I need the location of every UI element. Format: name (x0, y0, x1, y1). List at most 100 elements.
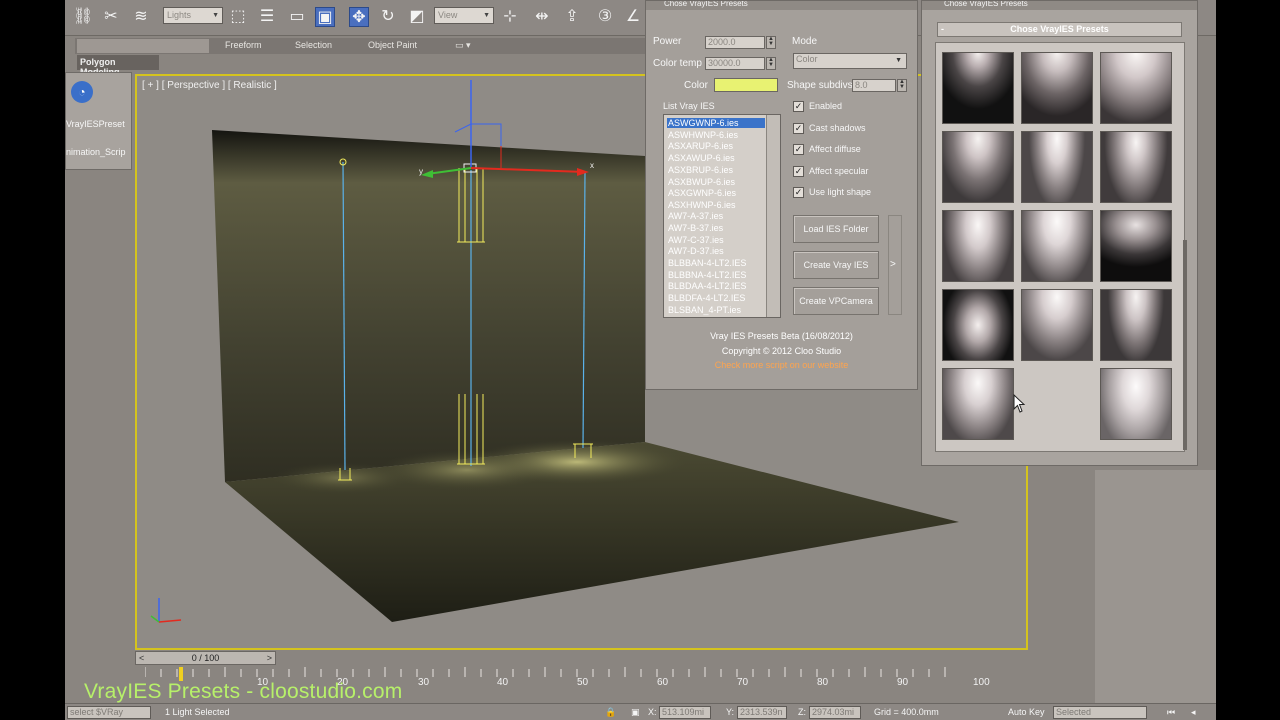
ies-preset-thumbnail[interactable] (942, 210, 1014, 282)
transform-mode-icon[interactable]: ▣ (631, 707, 640, 718)
list-item[interactable]: BLBBNA-4-LT2.IES (668, 270, 746, 280)
ies-preset-thumbnail[interactable] (1100, 368, 1172, 440)
create-vpcamera-button[interactable]: Create VPCamera (793, 287, 879, 315)
color-swatch[interactable] (714, 78, 778, 92)
launcher-item-vrayies[interactable]: VrayIESPreset (66, 119, 125, 129)
enabled-checkbox[interactable]: ✓ (793, 101, 804, 112)
cast-shadows-checkbox[interactable]: ✓ (793, 123, 804, 134)
ies-preset-thumbnail[interactable] (942, 52, 1014, 124)
list-item[interactable]: ASWHWNP-6.ies (668, 130, 738, 140)
list-item[interactable]: ASXHWNP-6.ies (668, 200, 736, 210)
time-next-button[interactable]: > (267, 652, 272, 664)
list-item[interactable]: ASXBRUP-6.ies (668, 165, 733, 175)
gizmo-plane-handle[interactable] (454, 123, 502, 146)
list-item[interactable]: AW7-A-37.ies (668, 211, 723, 221)
polygon-modeling-label[interactable]: Polygon Modeling (77, 55, 159, 77)
list-item[interactable]: BLBDAA-4-LT2.IES (668, 281, 746, 291)
move-icon[interactable]: ✥ (349, 7, 369, 27)
time-slider[interactable]: < 0 / 100 > (135, 651, 276, 665)
unlink-icon[interactable]: ✂ (101, 7, 121, 27)
list-item[interactable]: AW7-C-37.ies (668, 235, 724, 245)
presets-rollout-header[interactable]: - Chose VrayIES Presets (937, 22, 1182, 37)
ies-preset-thumbnail[interactable] (1100, 210, 1172, 282)
expand-button[interactable]: > (890, 259, 896, 270)
rect-region-icon[interactable]: ▭ (287, 7, 307, 27)
collapse-icon[interactable]: - (941, 23, 944, 36)
tab-modeling[interactable] (77, 39, 209, 53)
x-coord-field[interactable]: 513.109mi (659, 706, 711, 719)
ies-preset-thumbnail[interactable] (1100, 289, 1172, 361)
x-label: X: (648, 707, 657, 717)
mode-label: Mode (792, 36, 818, 47)
mirror-icon[interactable]: ⇹ (532, 7, 552, 27)
presets-scrollbar[interactable] (1183, 240, 1187, 450)
prev-frame-icon[interactable]: ◂ (1191, 707, 1196, 718)
launcher-item-animation[interactable]: nimation_Scrip (66, 147, 126, 157)
selection-filter-select[interactable]: Lights ▼ (163, 7, 223, 24)
create-vray-ies-button[interactable]: Create Vray IES (793, 251, 879, 279)
grid-size: Grid = 400.0mm (874, 707, 939, 717)
ies-preset-thumbnail[interactable] (1100, 52, 1172, 124)
ref-coord-select[interactable]: View ▼ (434, 7, 494, 24)
bind-space-warp-icon[interactable]: ≋ (131, 7, 151, 27)
align-icon[interactable]: ⇪ (562, 7, 582, 27)
load-ies-folder-button[interactable]: Load IES Folder (793, 215, 879, 243)
ies-preset-thumbnail[interactable] (1021, 131, 1093, 203)
use-light-shape-checkbox[interactable]: ✓ (793, 187, 804, 198)
power-field[interactable]: 2000.0 ▲ ▼ (705, 36, 776, 49)
ies-preset-thumbnail[interactable] (1100, 131, 1172, 203)
ies-list-scrollbar[interactable] (766, 115, 780, 317)
ies-preset-thumbnail[interactable] (942, 368, 1014, 440)
key-filter-select[interactable]: Selected (1053, 706, 1147, 719)
maxscript-listener[interactable]: select $VRay (67, 706, 151, 719)
affect-diffuse-checkbox[interactable]: ✓ (793, 144, 804, 155)
lock-icon[interactable]: 🔒 (605, 707, 616, 718)
website-link[interactable]: Check more script on our website (645, 360, 918, 370)
time-prev-button[interactable]: < (139, 652, 144, 664)
list-item[interactable]: BLSBAN_4-PT.ies (668, 305, 741, 315)
pivot-icon[interactable]: ⊹ (500, 7, 520, 27)
y-coord-field[interactable]: 2313.539n (737, 706, 787, 719)
z-coord-field[interactable]: 2974.03mi (809, 706, 861, 719)
presets-header-label: Chose VrayIES Presets (1010, 24, 1109, 34)
ies-listbox[interactable]: ASWGWNP-6.ies ASWHWNP-6.ies ASXARUP-6.ie… (663, 114, 781, 318)
rotate-icon[interactable]: ↻ (378, 7, 398, 27)
select-object-icon[interactable]: ⬚ (228, 7, 248, 27)
list-item[interactable]: ASXBWUP-6.ies (668, 177, 735, 187)
select-link-icon[interactable]: ⛓ (73, 7, 93, 27)
tab-selection[interactable]: Selection (295, 40, 332, 50)
mode-select[interactable]: Color ▼ (793, 53, 907, 69)
power-spinner[interactable]: ▲ ▼ (766, 36, 776, 49)
ies-preset-thumbnail[interactable] (1021, 210, 1093, 282)
list-item[interactable]: BLBBAN-4-LT2.IES (668, 258, 746, 268)
ies-preset-thumbnail[interactable] (942, 289, 1014, 361)
ies-preset-thumbnail[interactable] (1021, 289, 1093, 361)
list-item[interactable]: ASWGWNP-6.ies (667, 118, 765, 128)
colortemp-spinner[interactable]: ▲ ▼ (766, 57, 776, 70)
ies-preset-thumbnail[interactable] (1021, 52, 1093, 124)
list-item[interactable]: ASXAWUP-6.ies (668, 153, 735, 163)
shape-subdivs-spinner[interactable]: ▲ ▼ (897, 79, 907, 92)
viewport-label[interactable]: [ + ] [ Perspective ] [ Realistic ] (142, 80, 277, 91)
list-item[interactable]: BLBDFA-4-LT2.IES (668, 293, 745, 303)
dialog-title: Chose VrayIES Presets (646, 1, 917, 10)
list-item[interactable]: AW7-D-37.ies (668, 246, 724, 256)
goto-start-icon[interactable]: ⏮ (1167, 707, 1175, 718)
list-item[interactable]: AW7-B-37.ies (668, 223, 723, 233)
snap-3d-icon[interactable]: ③ (595, 7, 615, 27)
select-by-name-icon[interactable]: ☰ (257, 7, 277, 27)
tab-freeform[interactable]: Freeform (225, 40, 262, 50)
auto-key-button[interactable]: Auto Key (1008, 707, 1045, 717)
affect-specular-checkbox[interactable]: ✓ (793, 166, 804, 177)
window-crossing-icon[interactable]: ▣ (315, 7, 335, 27)
angle-snap-icon[interactable]: ∠ (623, 7, 643, 27)
scale-icon[interactable]: ◩ (407, 7, 427, 27)
list-item[interactable]: ASXARUP-6.ies (668, 141, 733, 151)
tab-object-paint[interactable]: Object Paint (368, 40, 417, 50)
colortemp-field[interactable]: 30000.0 ▲ ▼ (705, 57, 776, 70)
list-item[interactable]: ASXGWNP-6.ies (668, 188, 736, 198)
shape-subdivs-field[interactable]: 8.0 ▲ ▼ (852, 79, 907, 92)
time-cursor[interactable] (179, 667, 183, 681)
ribbon-options-icon[interactable]: ▭ ▾ (455, 40, 471, 51)
ies-preset-thumbnail[interactable] (942, 131, 1014, 203)
